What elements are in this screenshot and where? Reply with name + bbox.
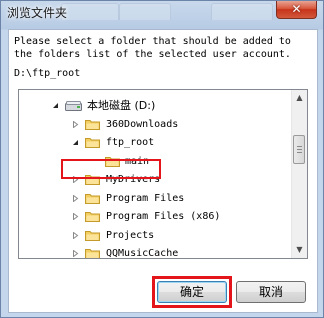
tree-item[interactable]: Program Files [19,190,289,207]
tree-item[interactable]: QQMusicCache [19,245,289,259]
collapsed-arrow-icon[interactable] [72,250,79,257]
ok-button[interactable]: 确定 [157,281,227,303]
window-title: 浏览文件夹 [7,6,68,20]
folder-icon [85,138,100,148]
selected-path-label: D:\ftp_root [14,68,81,79]
collapsed-arrow-icon[interactable] [72,213,79,220]
tree-item[interactable]: 本地磁盘 (D:) [19,97,289,114]
title-bar[interactable]: 浏览文件夹 ✕ [1,1,323,23]
tree-item-label: MyDrivers [106,174,161,185]
tree-item-label: Program Files [106,192,185,204]
close-button[interactable]: ✕ [276,1,317,19]
collapsed-arrow-icon[interactable] [72,176,79,183]
instruction-text: Please select a folder that should be ad… [14,35,314,61]
tree-item-label: ftp_root [106,137,155,148]
scroll-thumb[interactable] [293,135,305,164]
folder-icon [85,249,100,258]
folder-icon [105,156,120,167]
tree-item-label: QQMusicCache [106,248,179,259]
cancel-button[interactable]: 取消 [236,281,306,303]
tree-item[interactable]: Projects [19,227,289,244]
dialog-body: Please select a folder that should be ad… [8,29,318,313]
tree-item-label: 360Downloads [106,118,179,130]
background-tab-ghost [61,3,119,20]
tree-item-label: Projects [106,229,155,241]
tree-item[interactable]: ftp_root [19,134,289,151]
tree-item[interactable]: main [19,153,289,170]
background-tab-ghost [119,3,171,20]
expanded-arrow-icon[interactable] [72,139,79,146]
folder-tree[interactable]: 本地磁盘 (D:) 360Downloads ftp_rootmain MyDrive… [18,89,308,259]
collapsed-arrow-icon[interactable] [72,231,79,239]
folder-icon [85,193,100,204]
tree-item-label: 本地磁盘 (D:) [87,99,156,112]
tree-item-label: main [125,155,150,167]
instruction-line: Please select a folder that should be ad… [14,36,291,47]
folder-icon [85,175,100,185]
vertical-scrollbar[interactable]: ▲ ▼ [291,90,307,258]
folder-icon [85,119,100,130]
tree-item-label: Program Files (x86) [106,211,221,222]
scroll-up-arrow-icon[interactable]: ▲ [292,90,307,106]
instruction-line: the folders list of the selected user ac… [14,49,291,60]
tree-item[interactable]: Program Files (x86) [19,208,289,225]
folder-icon [85,212,100,222]
tree-item[interactable]: 360Downloads [19,116,289,133]
browse-folder-dialog: 浏览文件夹 ✕ Please select a folder that shou… [0,0,324,318]
collapsed-arrow-icon[interactable] [72,194,79,202]
scroll-down-arrow-icon[interactable]: ▼ [292,242,307,258]
folder-icon [85,230,100,241]
tree-item[interactable]: MyDrivers [19,171,289,188]
background-tab-ghost [211,3,273,20]
collapsed-arrow-icon[interactable] [72,120,79,128]
hard-drive-icon [65,101,82,111]
close-icon: ✕ [291,2,302,16]
expanded-arrow-icon[interactable] [52,102,59,109]
